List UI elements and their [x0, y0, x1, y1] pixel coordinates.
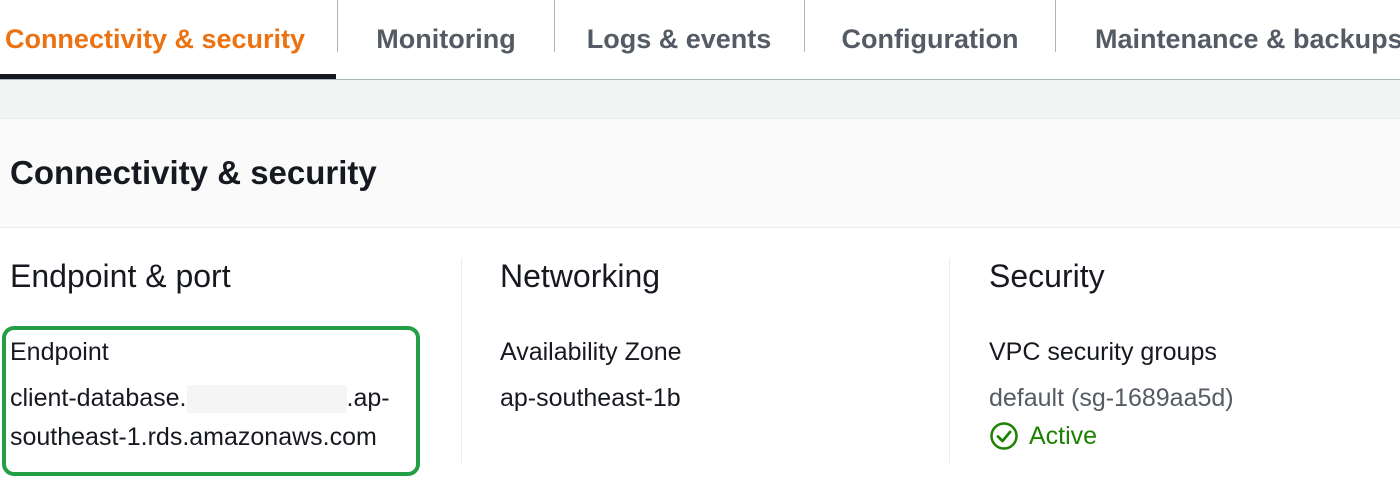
tab-bar: Connectivity & security Monitoring Logs …: [0, 0, 1400, 80]
endpoint-value-line2: southeast-1.rds.amazonaws.com: [10, 423, 377, 451]
security-group-link[interactable]: default (sg-1689aa5d): [989, 384, 1234, 413]
tab-label: Connectivity & security: [4, 24, 306, 54]
availability-zone-value: ap-southeast-1b: [500, 384, 681, 412]
panel-title: Connectivity & security: [10, 154, 377, 191]
tab-maintenance-backups[interactable]: Maintenance & backups: [1065, 0, 1400, 79]
redacted-region: [186, 385, 347, 414]
status-text: Active: [1029, 421, 1098, 450]
active-tab-indicator: [0, 74, 336, 79]
connectivity-security-panel: Connectivity & security Endpoint & port …: [0, 118, 1400, 483]
security-heading: Security: [989, 258, 1105, 294]
tab-connectivity-security[interactable]: Connectivity & security: [0, 0, 310, 79]
tab-monitoring[interactable]: Monitoring: [338, 0, 554, 79]
endpoint-prefix: client-database.: [10, 384, 187, 412]
vpc-security-groups-label: VPC security groups: [989, 338, 1217, 366]
endpoint-suffix: .ap-: [346, 384, 390, 412]
availability-zone-label: Availability Zone: [500, 338, 682, 366]
security-group-status: Active: [989, 421, 1097, 451]
tab-label: Configuration: [841, 24, 1019, 54]
tab-label: Maintenance & backups: [1095, 24, 1400, 54]
content-background: [0, 80, 1400, 118]
tab-logs-events[interactable]: Logs & events: [555, 0, 803, 79]
tab-label: Monitoring: [376, 24, 516, 54]
column-divider: [949, 258, 950, 463]
panel-header: Connectivity & security: [0, 118, 1400, 228]
endpoint-value-line1: client-database. .ap-: [10, 384, 390, 414]
tab-configuration[interactable]: Configuration: [805, 0, 1055, 79]
networking-heading: Networking: [500, 258, 661, 294]
check-circle-icon: [990, 422, 1018, 450]
endpoint-port-heading: Endpoint & port: [10, 258, 231, 294]
tab-label: Logs & events: [586, 24, 772, 54]
endpoint-label: Endpoint: [10, 338, 109, 366]
tab-divider: [1055, 0, 1056, 52]
column-divider: [461, 258, 462, 463]
